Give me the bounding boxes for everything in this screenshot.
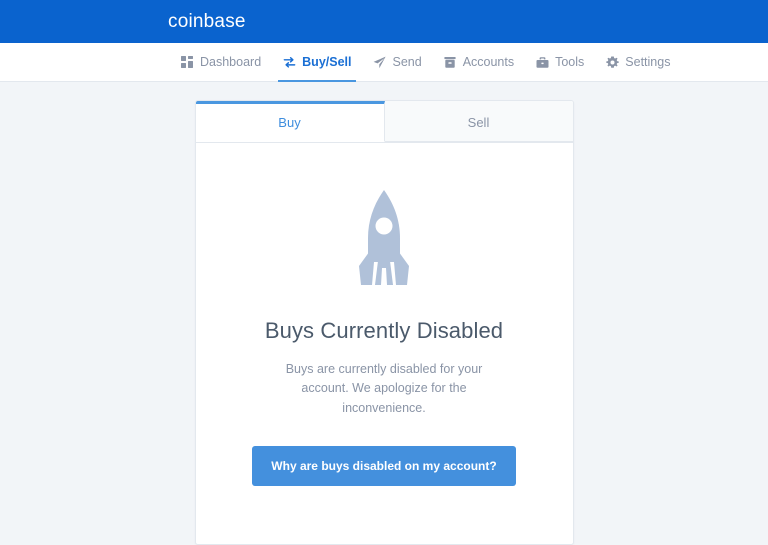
nav-item-send[interactable]: Send (362, 43, 432, 81)
card-tabs: Buy Sell (195, 101, 573, 143)
tab-buy-label: Buy (278, 115, 301, 130)
tab-sell-label: Sell (467, 115, 490, 130)
app-header: coinbase (0, 0, 768, 43)
coinbase-logo[interactable]: coinbase (168, 11, 246, 33)
nav-item-accounts-label: Accounts (462, 55, 515, 69)
paper-plane-icon (373, 56, 387, 69)
nav-item-buy-sell-label: Buy/Sell (302, 55, 352, 69)
main-navigation: Dashboard Buy/Sell Send Accounts Tools S… (0, 43, 768, 82)
nav-item-tools[interactable]: Tools (525, 43, 595, 81)
exchange-icon (283, 56, 296, 69)
wallet-icon (444, 56, 457, 69)
buy-sell-card: Buy Sell Buys Currently Disabled Buys ar… (194, 100, 574, 545)
why-buys-disabled-button[interactable]: Why are buys disabled on my account? (252, 446, 516, 487)
page-title: Buys Currently Disabled (264, 318, 504, 343)
rocket-icon (230, 187, 539, 292)
nav-item-settings[interactable]: Settings (595, 43, 681, 81)
nav-item-accounts[interactable]: Accounts (433, 43, 525, 81)
nav-item-dashboard[interactable]: Dashboard (170, 43, 272, 81)
card-body: Buys Currently Disabled Buys are current… (196, 143, 573, 544)
nav-item-tools-label: Tools (555, 55, 585, 69)
briefcase-icon (536, 56, 549, 69)
empty-state-description: Buys are currently disabled for your acc… (285, 362, 483, 415)
nav-item-settings-label: Settings (625, 55, 671, 69)
tab-sell[interactable]: Sell (384, 101, 573, 142)
grid-icon (181, 55, 194, 69)
nav-item-send-label: Send (392, 55, 422, 69)
tab-buy[interactable]: Buy (195, 101, 385, 142)
gear-icon (606, 56, 620, 69)
nav-item-dashboard-label: Dashboard (200, 55, 262, 69)
nav-item-buy-sell[interactable]: Buy/Sell (272, 43, 362, 82)
page-content: Buy Sell Buys Currently Disabled Buys ar… (0, 82, 768, 545)
